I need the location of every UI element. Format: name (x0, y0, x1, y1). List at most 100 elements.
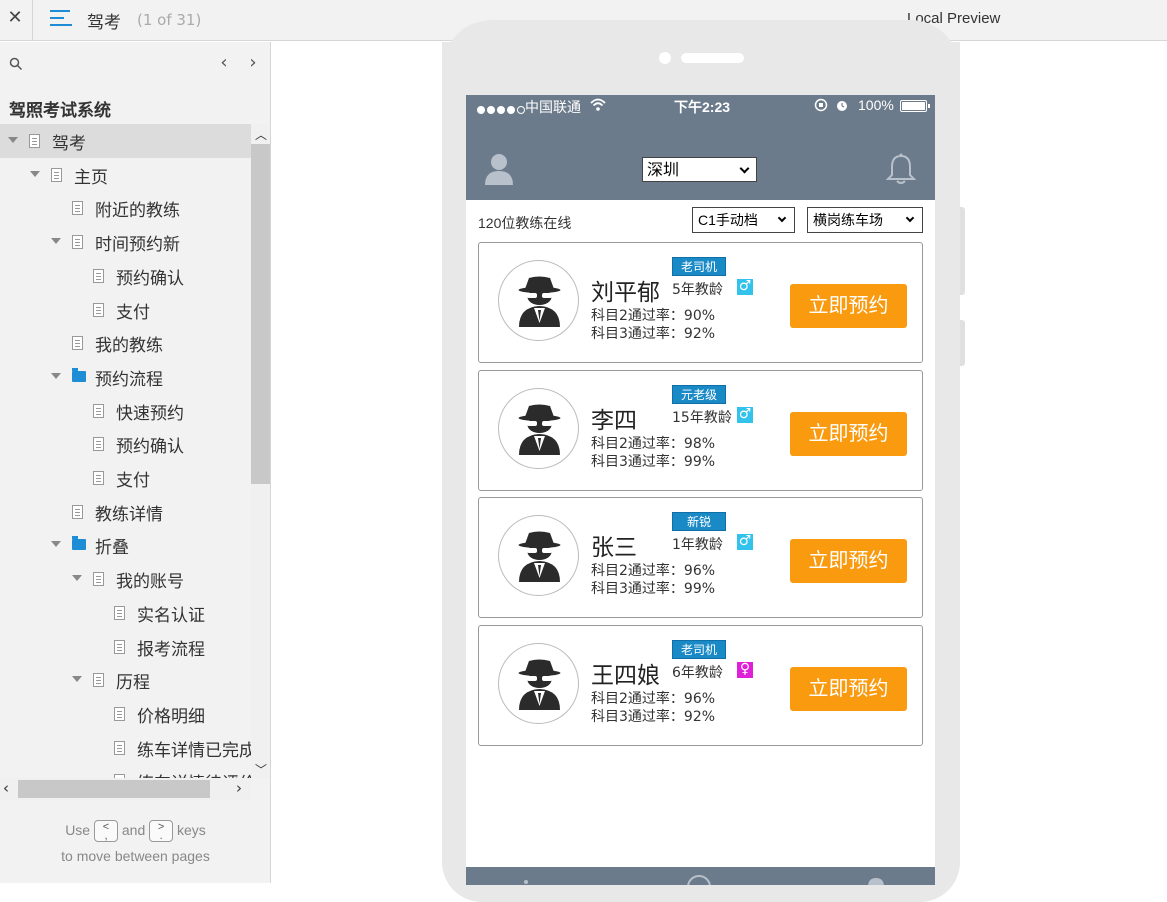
coach-card[interactable]: 李四 元老级 15年教龄 ♂ 科目2通过率：98% 科目3通过率：99% 立即预约 (478, 369, 923, 491)
level-badge: 元老级 (672, 384, 726, 404)
sitemap-item[interactable]: 时间预约新 (0, 225, 251, 259)
sitemap-item[interactable]: 折叠 (0, 528, 251, 562)
sitemap-item[interactable]: 预约确认 (0, 259, 251, 293)
chevron-down-icon (777, 213, 787, 223)
expand-caret-icon[interactable] (51, 238, 61, 245)
teaching-years: 1年教龄 (672, 537, 723, 553)
phone-side-button (960, 207, 965, 295)
scroll-up-icon[interactable]: ︿ (254, 126, 268, 143)
user-profile-icon[interactable] (484, 153, 514, 185)
coach-name: 李四 (591, 407, 637, 434)
subject2-pass-rate: 科目2通过率：98% (591, 435, 716, 452)
sitemap-item[interactable]: 预约确认 (0, 427, 251, 461)
scroll-down-icon[interactable]: ﹀ (254, 761, 268, 778)
sitemap-item[interactable]: 练车详情待评价 (0, 764, 251, 778)
scrollbar-thumb[interactable] (18, 780, 210, 798)
hint-text: keys (177, 822, 206, 838)
page-icon (114, 639, 125, 654)
book-now-button[interactable]: 立即预约 (790, 666, 907, 711)
sitemap-item-label: 主页 (74, 167, 108, 188)
expand-caret-icon[interactable] (51, 541, 61, 548)
sitemap-item[interactable]: 驾考 (0, 124, 251, 158)
scroll-right-icon[interactable]: › (236, 779, 242, 797)
sitemap-item[interactable]: 预约流程 (0, 360, 251, 394)
teaching-years: 5年教龄 (672, 282, 723, 298)
status-bar: 中国联通 下午2:23 100% (466, 95, 935, 117)
scrollbar-thumb[interactable] (251, 144, 270, 484)
sitemap-item-label: 预约流程 (95, 369, 163, 390)
sitemap-item[interactable]: 我的教练 (0, 326, 251, 360)
sitemap-item[interactable]: 报考流程 (0, 630, 251, 664)
book-now-button[interactable]: 立即预约 (790, 411, 907, 456)
horizontal-scrollbar[interactable]: ‹ › (0, 778, 251, 800)
expand-caret-icon[interactable] (72, 676, 82, 683)
subject3-pass-rate: 科目3通过率：92% (591, 326, 716, 342)
level-badge: 新锐 (672, 512, 726, 531)
next-page-button[interactable]: › (246, 52, 260, 73)
expand-caret-icon[interactable] (30, 170, 40, 177)
page-icon (93, 437, 104, 452)
phone-screen: 中国联通 下午2:23 100% 深圳 120位教练在线 C1手动档 横岗练车场… (466, 95, 935, 885)
sitemap-item-label: 练车详情已完成 (137, 740, 251, 761)
teaching-years: 6年教龄 (672, 664, 723, 681)
sitemap-item-label: 价格明细 (137, 706, 205, 727)
sitemap-item[interactable]: 附近的教练 (0, 191, 251, 225)
male-icon: ♂ (737, 405, 753, 423)
training-ground-select[interactable]: 横岗练车场 (807, 207, 923, 233)
sitemap-item[interactable]: 历程 (0, 663, 251, 697)
tab-compass-icon[interactable] (686, 873, 712, 885)
expand-caret-icon[interactable] (72, 575, 82, 582)
online-coach-count: 120位教练在线 (478, 215, 572, 231)
sitemap-item-label: 预约确认 (116, 437, 184, 458)
sitemap-item-label: 实名认证 (137, 605, 205, 626)
expand-caret-icon[interactable] (51, 372, 61, 379)
page-icon (114, 605, 125, 620)
avatar (498, 515, 579, 596)
next-key-icon: >. (149, 820, 174, 843)
page-icon (93, 471, 104, 485)
female-icon: ♀ (737, 661, 753, 678)
coach-card[interactable]: 刘平郁 老司机 5年教龄 ♂ 科目2通过率：90% 科目3通过率：92% 立即预约 (478, 242, 923, 363)
coach-card[interactable]: 王四娘 老司机 6年教龄 ♀ 科目2通过率：96% 科目3通过率：92% 立即预约 (478, 624, 923, 746)
book-now-button[interactable]: 立即预约 (790, 284, 907, 328)
sitemap-item[interactable]: 我的账号 (0, 562, 251, 596)
tab-profile-icon[interactable] (863, 873, 889, 885)
previous-page-button[interactable]: ‹ (217, 52, 231, 73)
sitemap-menu-icon[interactable] (50, 10, 72, 28)
wifi-icon (590, 98, 606, 111)
sitemap-item[interactable]: 主页 (0, 158, 251, 192)
page-icon (72, 504, 83, 519)
city-select[interactable]: 深圳 (642, 157, 757, 182)
sitemap-item[interactable]: 实名认证 (0, 596, 251, 630)
vertical-scrollbar[interactable]: ︿ ﹀ (251, 124, 270, 778)
keyboard-hint: Use <, and >. keys to move between pages (0, 817, 270, 869)
sitemap-item-label: 预约确认 (116, 268, 184, 289)
page-icon (114, 740, 125, 755)
hint-text: and (121, 822, 146, 838)
license-type-select[interactable]: C1手动档 (692, 207, 795, 233)
sitemap-item-label: 支付 (116, 471, 150, 491)
level-badge: 老司机 (672, 257, 726, 276)
subject2-pass-rate: 科目2通过率：96% (591, 563, 716, 579)
rotation-lock-icon (814, 97, 848, 116)
bell-icon[interactable] (886, 153, 916, 185)
folder-icon (72, 536, 86, 551)
chevron-down-icon (739, 163, 750, 174)
sitemap-item[interactable]: 快速预约 (0, 394, 251, 428)
expand-caret-icon[interactable] (8, 137, 18, 143)
sitemap-item[interactable]: 教练详情 (0, 495, 251, 529)
search-icon[interactable] (9, 57, 23, 71)
close-icon[interactable]: ✕ (5, 6, 25, 30)
sitemap-item[interactable]: 价格明细 (0, 697, 251, 731)
coach-card[interactable]: 张三 新锐 1年教龄 ♂ 科目2通过率：96% 科目3通过率：99% 立即预约 (478, 497, 923, 618)
sitemap-item[interactable]: 支付 (0, 293, 251, 327)
page-icon (93, 673, 104, 688)
subject2-pass-rate: 科目2通过率：90% (591, 308, 716, 324)
sitemap-item[interactable]: 练车详情已完成 (0, 731, 251, 765)
scroll-left-icon[interactable]: ‹ (3, 779, 9, 797)
coach-avatar-icon (518, 531, 561, 582)
book-now-button[interactable]: 立即预约 (790, 539, 907, 583)
tab-home-icon[interactable] (513, 873, 539, 885)
sitemap-item[interactable]: 支付 (0, 461, 251, 495)
sitemap-item-label: 折叠 (95, 538, 129, 559)
